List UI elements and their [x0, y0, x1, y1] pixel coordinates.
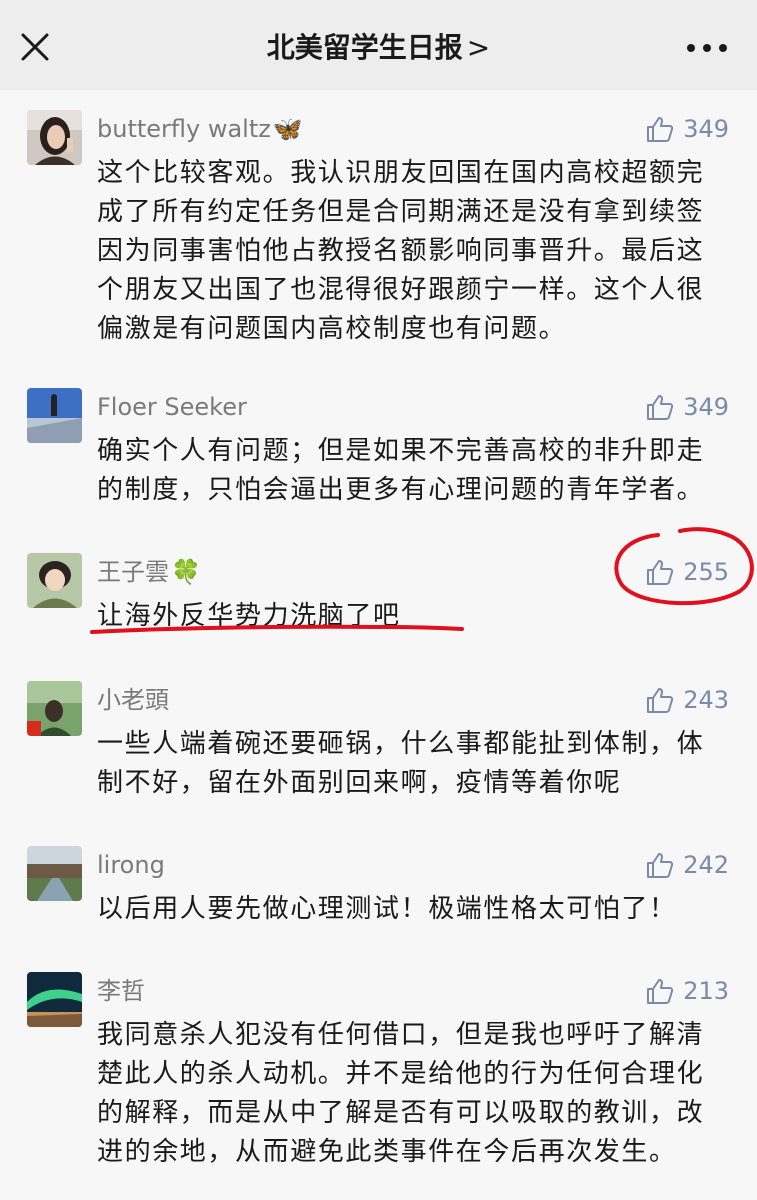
- more-icon-dot: [703, 44, 711, 52]
- top-bar: 北美留学生日报 >: [0, 0, 757, 90]
- butterfly-emoji-icon: 🦋: [272, 115, 303, 143]
- thumbs-up-icon: [647, 560, 674, 585]
- more-icon-dot: [687, 44, 695, 52]
- comment-item: 李哲 213 我同意杀人犯没有任何借口，但是我也呼吁了解清楚此人的杀人动机。并不…: [0, 972, 757, 1192]
- comment-item: 小老頭 243 一些人端着碗还要砸锅，什么事都能扯到体制，体制不好，留在外面别回…: [0, 681, 757, 811]
- avatar[interactable]: [27, 388, 82, 443]
- avatar[interactable]: [27, 110, 82, 165]
- chevron-right-icon: >: [466, 31, 491, 64]
- username[interactable]: lirong: [97, 850, 165, 880]
- comment-text: 让海外反华势力洗脑了吧: [97, 601, 401, 631]
- thumbs-up-icon: [647, 979, 674, 1004]
- comment-text: 我同意杀人犯没有任何借口，但是我也呼吁了解清楚此人的杀人动机。并不是给他的行为任…: [97, 1020, 705, 1167]
- comment-item: lirong 242 以后用人要先做心理测试！极端性格太可怕了！: [0, 846, 757, 936]
- comment-text: 确实个人有问题；但是如果不完善高校的非升即走的制度，只怕会逼出更多有心理问题的青…: [97, 436, 705, 505]
- like-button[interactable]: 213: [645, 976, 729, 1006]
- comment-item: 王子雲🍀 255 让海外反华势力洗脑了吧: [0, 553, 757, 643]
- thumbs-up-icon: [647, 688, 674, 713]
- like-count: 213: [683, 977, 729, 1005]
- page-title: 北美留学生日报: [266, 31, 463, 64]
- more-icon-dot: [719, 44, 727, 52]
- like-button[interactable]: 242: [645, 850, 729, 880]
- avatar[interactable]: [27, 846, 82, 901]
- avatar[interactable]: [27, 972, 82, 1027]
- username[interactable]: 小老頭: [97, 685, 169, 715]
- like-button[interactable]: 349: [645, 114, 729, 144]
- like-count: 255: [683, 558, 729, 586]
- comment-item: Floer Seeker 349 确实个人有问题；但是如果不完善高校的非升即走的…: [0, 388, 757, 518]
- like-button[interactable]: 255: [645, 557, 729, 587]
- comment-item: butterfly waltz🦋 349 这个比较客观。我认识朋友回国在国内高校…: [0, 110, 757, 360]
- more-button[interactable]: [687, 40, 727, 56]
- comment-list: butterfly waltz🦋 349 这个比较客观。我认识朋友回国在国内高校…: [0, 90, 757, 1200]
- username[interactable]: Floer Seeker: [97, 392, 247, 422]
- thumbs-up-icon: [647, 395, 674, 420]
- like-button[interactable]: 349: [645, 392, 729, 422]
- thumbs-up-icon: [647, 117, 674, 142]
- username[interactable]: butterfly waltz🦋: [97, 114, 303, 144]
- like-count: 349: [683, 115, 729, 143]
- clover-emoji-icon: 🍀: [171, 558, 201, 586]
- username[interactable]: 李哲: [97, 976, 145, 1006]
- like-count: 242: [683, 851, 729, 879]
- avatar[interactable]: [27, 553, 82, 608]
- comment-text: 以后用人要先做心理测试！极端性格太可怕了！: [97, 894, 677, 924]
- comment-text: 一些人端着碗还要砸锅，什么事都能扯到体制，体制不好，留在外面别回来啊，疫情等着你…: [97, 729, 705, 798]
- comment-text: 这个比较客观。我认识朋友回国在国内高校超额完成了所有约定任务但是合同期满还是没有…: [97, 158, 705, 344]
- avatar[interactable]: [27, 681, 82, 736]
- thumbs-up-icon: [647, 853, 674, 878]
- like-button[interactable]: 243: [645, 685, 729, 715]
- account-title-link[interactable]: 北美留学生日报 >: [0, 28, 757, 68]
- like-count: 243: [683, 686, 729, 714]
- like-count: 349: [683, 393, 729, 421]
- username[interactable]: 王子雲🍀: [97, 557, 201, 587]
